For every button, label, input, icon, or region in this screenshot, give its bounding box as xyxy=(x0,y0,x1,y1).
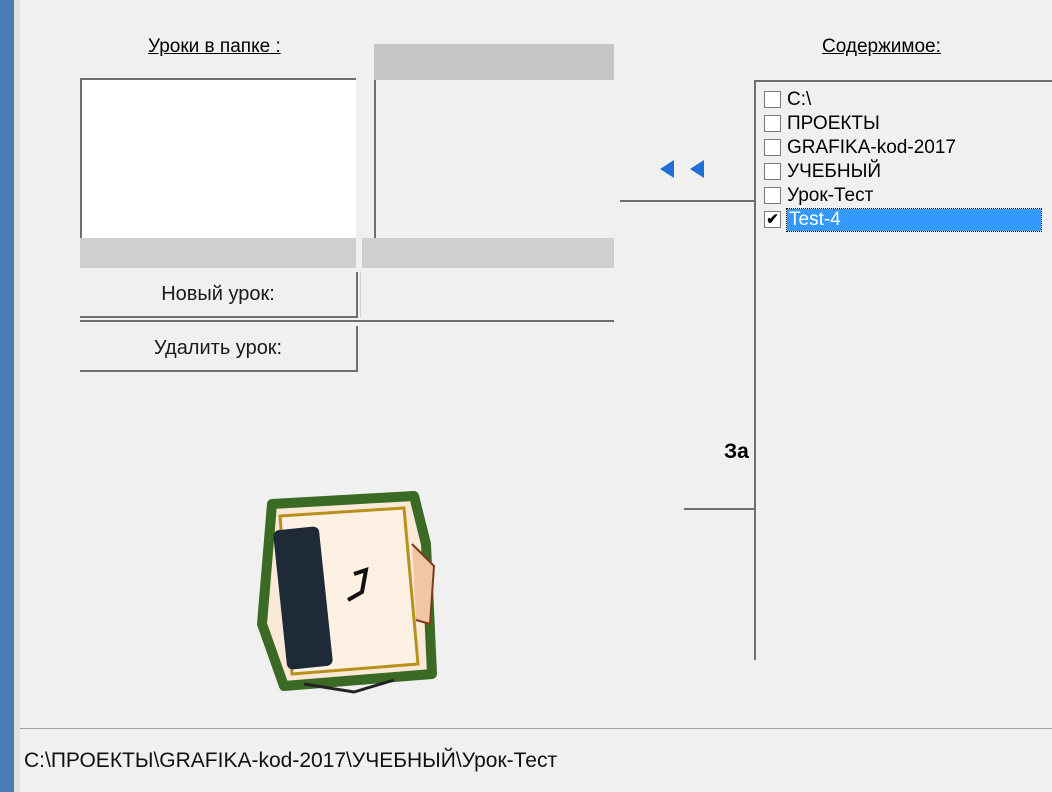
save-button-label[interactable]: За xyxy=(724,440,749,464)
status-bar: C:\ПРОЕКТЫ\GRAFIKA-kod-2017\УЧЕБНЫЙ\Урок… xyxy=(20,728,1052,792)
lessons-list[interactable] xyxy=(80,78,356,238)
checkbox[interactable] xyxy=(764,163,781,180)
list-item-label: C:\ xyxy=(787,88,812,110)
list-item-selected[interactable]: ✔ Test-4 xyxy=(764,207,1042,232)
window-left-border xyxy=(0,0,14,792)
divider xyxy=(620,200,756,202)
divider xyxy=(684,508,756,510)
checkbox-checked[interactable]: ✔ xyxy=(764,211,781,228)
list-item-label: УЧЕБНЫЙ xyxy=(787,160,882,182)
delete-lesson-field[interactable] xyxy=(360,326,614,372)
contents-header: Содержимое: xyxy=(822,36,941,57)
new-lesson-button[interactable]: Новый урок: xyxy=(80,272,358,318)
new-lesson-name-field[interactable] xyxy=(360,272,614,318)
list-item[interactable]: ПРОЕКТЫ xyxy=(764,112,880,135)
lessons-header: Уроки в папке : xyxy=(148,36,281,57)
current-path: C:\ПРОЕКТЫ\GRAFIKA-kod-2017\УЧЕБНЫЙ\Урок… xyxy=(24,749,558,772)
preview-header-band xyxy=(374,44,614,80)
contents-tree[interactable]: C:\ ПРОЕКТЫ GRAFIKA-kod-2017 УЧЕБНЫЙ Уро… xyxy=(754,80,1052,660)
double-left-triangle-icon xyxy=(660,160,704,178)
preview-footer-band xyxy=(362,238,614,268)
lessons-list-footer-band xyxy=(80,238,356,268)
list-item[interactable]: GRAFIKA-kod-2017 xyxy=(764,136,956,159)
checkbox[interactable] xyxy=(764,139,781,156)
list-item-label: ПРОЕКТЫ xyxy=(787,112,880,134)
checkbox[interactable] xyxy=(764,91,781,108)
delete-lesson-button[interactable]: Удалить урок: xyxy=(80,326,358,372)
move-left-button[interactable] xyxy=(652,154,728,184)
preview-panel xyxy=(374,80,614,240)
list-item-label: Test-4 xyxy=(786,207,1042,232)
checkbox[interactable] xyxy=(764,187,781,204)
lesson-thumbnail-image xyxy=(257,491,437,694)
list-item-label: GRAFIKA-kod-2017 xyxy=(787,136,956,158)
list-item-label: Урок-Тест xyxy=(787,184,874,206)
divider xyxy=(80,320,614,322)
list-item[interactable]: Урок-Тест xyxy=(764,184,873,207)
list-item[interactable]: УЧЕБНЫЙ xyxy=(764,160,881,183)
checkbox[interactable] xyxy=(764,115,781,132)
window-left-border-inner xyxy=(14,0,20,792)
list-item[interactable]: C:\ xyxy=(764,88,811,111)
